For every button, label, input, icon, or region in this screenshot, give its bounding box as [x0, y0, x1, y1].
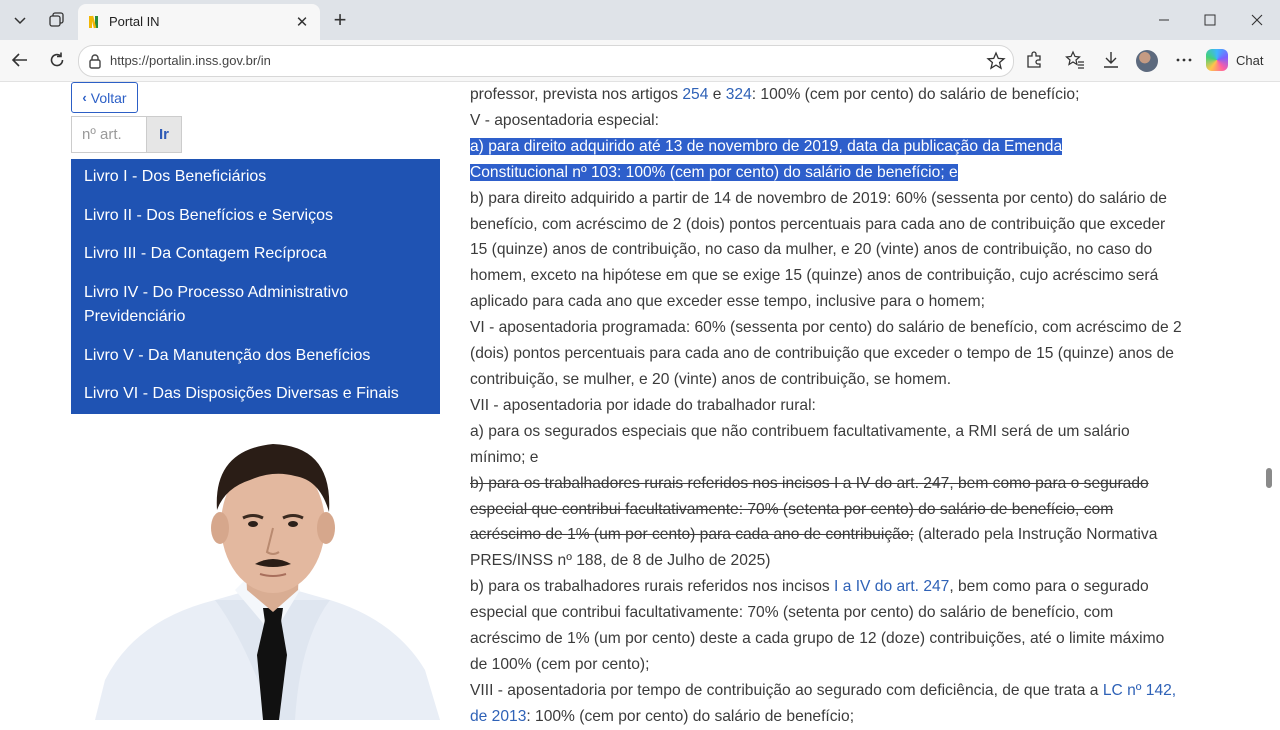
selected-text-line: Constitucional nº 103: 100% (cem por cen…	[470, 163, 958, 181]
article-number-input[interactable]	[71, 116, 146, 153]
tab-actions-chevron-down-icon[interactable]	[6, 6, 34, 34]
page-viewport: ‹ Voltar Ir Livro I - Dos Beneficiários …	[0, 82, 1280, 725]
workspaces-icon[interactable]	[43, 6, 71, 34]
browser-toolbar: https://portalin.inss.gov.br/in Chat	[0, 40, 1280, 82]
book-link-3[interactable]: Livro III - Da Contagem Recíproca	[84, 242, 429, 266]
close-window-icon[interactable]	[1245, 8, 1269, 32]
extensions-puzzle-icon[interactable]	[1024, 50, 1044, 70]
book-link-4[interactable]: Livro IV - Do Processo Administrativo Pr…	[84, 281, 429, 329]
maximize-icon[interactable]	[1198, 8, 1222, 32]
url-text[interactable]: https://portalin.inss.gov.br/in	[110, 53, 271, 68]
copilot-icon	[1206, 49, 1228, 71]
site-info-lock-icon[interactable]	[86, 52, 104, 70]
new-tab-button[interactable]: +	[326, 6, 354, 34]
books-menu: Livro I - Dos Beneficiários Livro II - D…	[71, 159, 440, 414]
book-link-5[interactable]: Livro V - Da Manutenção dos Benefícios	[84, 344, 429, 368]
favorites-collection-icon[interactable]	[1065, 50, 1085, 70]
text: : 100% (cem por cento) do salário de ben…	[751, 86, 1080, 103]
book-link-1[interactable]: Livro I - Dos Beneficiários	[84, 165, 429, 189]
paragraph-inciso-v: V - aposentadoria especial:	[470, 111, 659, 129]
tab-title: Portal IN	[109, 14, 160, 29]
voltar-button[interactable]: ‹ Voltar	[71, 82, 138, 113]
page-scrollbar[interactable]	[1262, 82, 1276, 720]
tab-bar: Portal IN ✕ +	[0, 0, 1280, 40]
text: professor, prevista nos artigos	[470, 86, 683, 103]
paragraph: professor, prevista nos artigos 254 e 32…	[470, 82, 1185, 108]
article-324-link[interactable]: 324	[726, 86, 752, 103]
paragraph-revoked: b) para os trabalhadores rurais referido…	[470, 471, 1185, 575]
tab-close-icon[interactable]: ✕	[292, 12, 312, 32]
text: b) para os trabalhadores rurais referido…	[470, 578, 835, 596]
paragraph-inciso-vi: VI - aposentadoria programada: 60% (sess…	[470, 319, 1182, 388]
back-arrow-icon[interactable]	[6, 46, 34, 74]
go-button[interactable]: Ir	[146, 116, 182, 153]
text: VIII - aposentadoria por tempo de contri…	[470, 681, 1103, 699]
selected-text-line: a) para direito adquirido até 13 de nove…	[470, 137, 1063, 155]
webcam-presenter-image	[95, 444, 440, 720]
paragraph-inciso-viii: VIII - aposentadoria por tempo de contri…	[470, 678, 1185, 730]
text: : 100% (cem por cento) do salário de ben…	[526, 707, 855, 725]
article-254-link[interactable]: 254	[682, 86, 708, 103]
refresh-icon[interactable]	[43, 46, 71, 74]
address-bar[interactable]: https://portalin.inss.gov.br/in	[78, 45, 1014, 77]
chat-label: Chat	[1236, 52, 1264, 68]
voltar-label: Voltar	[90, 89, 127, 106]
portal-in-favicon-icon	[89, 15, 98, 29]
scrollbar-thumb[interactable]	[1266, 468, 1272, 488]
paragraph: b) para direito adquirido a partir de 14…	[470, 189, 1167, 311]
tab-portal-in[interactable]: Portal IN ✕	[78, 4, 320, 40]
favorite-star-icon[interactable]	[986, 51, 1006, 71]
copilot-chat-button[interactable]: Chat	[1206, 47, 1263, 73]
chevron-left-icon: ‹	[82, 90, 87, 105]
text: e	[708, 86, 726, 103]
paragraph: b) para os trabalhadores rurais referido…	[470, 574, 1185, 678]
article-content: professor, prevista nos artigos 254 e 32…	[470, 82, 1185, 730]
art-247-link[interactable]: I a IV do art. 247	[834, 578, 949, 595]
paragraph-inciso-vii: VII - aposentadoria por idade do trabalh…	[470, 396, 816, 414]
highlighted-paragraph: a) para direito adquirido até 13 de nove…	[470, 134, 1185, 186]
book-link-6[interactable]: Livro VI - Das Disposições Diversas e Fi…	[84, 382, 429, 406]
profile-avatar[interactable]	[1136, 50, 1158, 72]
more-options-icon[interactable]	[1174, 50, 1194, 70]
paragraph: a) para os segurados especiais que não c…	[470, 422, 1130, 466]
minimize-icon[interactable]	[1152, 8, 1176, 32]
book-link-2[interactable]: Livro II - Dos Benefícios e Serviços	[84, 204, 429, 228]
downloads-icon[interactable]	[1101, 50, 1121, 70]
